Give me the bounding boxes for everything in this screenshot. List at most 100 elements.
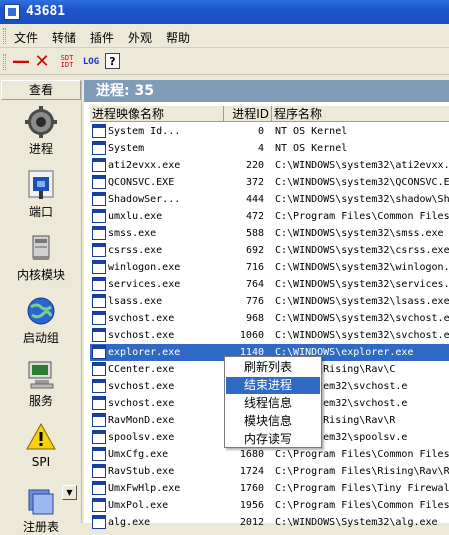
program-path-cell: C:\WINDOWS\system32\smss.exe xyxy=(275,228,444,239)
table-row[interactable]: UmxCfg.exe 1680 C:\Program Files\Common Fi… xyxy=(90,446,449,463)
process-id-cell: 1760 xyxy=(239,483,264,494)
log-button[interactable]: LOG xyxy=(81,52,101,72)
column-header-program-name[interactable]: 程序名称 xyxy=(272,106,449,122)
process-window-icon xyxy=(92,515,106,529)
table-row[interactable]: System Id... 0 NT OS Kernel xyxy=(90,123,449,140)
table-row[interactable]: services.exe 764 C:\WINDOWS\system32\servi… xyxy=(90,276,449,293)
process-name-cell: winlogon.exe xyxy=(108,262,181,273)
toolbar-grip[interactable] xyxy=(3,54,6,70)
process-name-cell: System Id... xyxy=(108,126,181,137)
menubar-grip[interactable] xyxy=(3,28,6,44)
table-row[interactable]: ati2evxx.exe 220 C:\WINDOWS\system32\ati2e… xyxy=(90,157,449,174)
table-row[interactable]: ShadowSer... 444 C:\WINDOWS\system32\shado… xyxy=(90,191,449,208)
table-row[interactable]: smss.exe 588 C:\WINDOWS\system32\smss.exe xyxy=(90,225,449,242)
registry-icon xyxy=(28,489,54,515)
program-path-cell: C:\Program Files\Common Files xyxy=(275,211,449,222)
column-header-pid[interactable]: 进程ID xyxy=(224,106,272,122)
process-id-cell: 0 xyxy=(257,126,264,137)
sidebar-label-kernel-modules: 内核模块 xyxy=(16,268,65,282)
sidebar-label-process: 进程 xyxy=(28,142,53,156)
program-path-cell: C:\WINDOWS\system32\ati2evxx. xyxy=(275,160,449,171)
help-icon[interactable]: ? xyxy=(105,53,120,69)
program-path-cell: C:\WINDOWS\system32\shadow\Sh xyxy=(275,194,449,205)
context-item-thread-info[interactable]: 线程信息 xyxy=(226,395,320,412)
program-path-cell: C:\WINDOWS\system32\winlogon. xyxy=(275,262,449,273)
process-window-icon xyxy=(92,430,106,444)
context-item-memory-rw[interactable]: 内存读写 xyxy=(226,431,320,448)
context-item-refresh-list[interactable]: 刷新列表 xyxy=(226,359,320,376)
sidebar-label-spi: SPI xyxy=(31,455,51,469)
process-name-cell: smss.exe xyxy=(108,228,157,239)
process-window-icon xyxy=(92,243,106,257)
sidebar-item-process[interactable]: 进程 xyxy=(0,106,82,157)
program-path-cell: NT OS Kernel xyxy=(275,126,348,137)
sidebar-item-services[interactable]: 服务 xyxy=(0,358,82,409)
context-item-end-process[interactable]: 结束进程 xyxy=(226,377,320,394)
process-window-icon xyxy=(92,481,106,495)
process-window-icon xyxy=(92,328,106,342)
process-window-icon xyxy=(92,311,106,325)
table-row[interactable]: RavStub.exe 1724 C:\Program Files\Rising\R… xyxy=(90,463,449,480)
program-path-cell: C:\WINDOWS\system32\svchost.e xyxy=(275,313,449,324)
context-item-module-info[interactable]: 模块信息 xyxy=(226,413,320,430)
process-window-icon xyxy=(92,209,106,223)
menu-help[interactable]: 帮助 xyxy=(166,29,190,46)
menu-plugins[interactable]: 插件 xyxy=(90,29,114,46)
table-row[interactable]: svchost.exe 968 C:\WINDOWS\system32\svchos… xyxy=(90,310,449,327)
program-path-cell: C:\WINDOWS\system32\svchost.e xyxy=(275,330,449,341)
process-window-icon xyxy=(92,158,106,172)
process-id-cell: 692 xyxy=(245,245,264,256)
sidebar-item-spi[interactable]: SPI xyxy=(0,421,82,469)
program-path-cell: C:\WINDOWS\system32\QCONSVC.E xyxy=(275,177,449,188)
sidebar-item-kernel-modules[interactable]: 内核模块 xyxy=(0,232,82,283)
sidebar: 查看 进程 端口 内核模块 启动组 服务 SPI 注册表 ▼ xyxy=(0,80,82,534)
title-bar: 43681 xyxy=(0,0,449,24)
process-id-cell: 220 xyxy=(245,160,264,171)
globe-icon xyxy=(27,297,55,325)
table-row[interactable]: UmxPol.exe 1956 C:\Program Files\Common Fi… xyxy=(90,497,449,514)
sidebar-scroll-down-button[interactable]: ▼ xyxy=(62,485,77,500)
process-window-icon xyxy=(92,141,106,155)
process-name-cell: svchost.exe xyxy=(108,313,175,324)
process-id-cell: 4 xyxy=(257,143,264,154)
menu-dump[interactable]: 转储 xyxy=(52,29,76,46)
process-id-cell: 588 xyxy=(245,228,264,239)
process-window-icon xyxy=(92,277,106,291)
process-name-cell: svchost.exe xyxy=(108,381,175,392)
process-window-icon xyxy=(92,124,106,138)
menu-bar: 文件 转储 插件 外观 帮助 xyxy=(0,24,449,48)
table-row[interactable]: QCONSVC.EXE 372 C:\WINDOWS\system32\QCONSV… xyxy=(90,174,449,191)
process-window-icon xyxy=(92,294,106,308)
sdt-idt-button[interactable]: SDT IDT xyxy=(56,52,78,72)
window-title: 43681 xyxy=(26,4,66,19)
table-row[interactable]: lsass.exe 776 C:\WINDOWS\system32\lsass.ex… xyxy=(90,293,449,310)
column-header-image-name[interactable]: 进程映像名称 xyxy=(90,106,224,122)
process-id-cell: 1680 xyxy=(239,449,264,460)
menu-appearance[interactable]: 外观 xyxy=(128,29,152,46)
table-row[interactable]: System 4 NT OS Kernel xyxy=(90,140,449,157)
process-name-cell: RavMonD.exe xyxy=(108,415,175,426)
drive-icon xyxy=(32,235,50,260)
sidebar-label-services: 服务 xyxy=(28,394,53,408)
close-icon[interactable]: ✕ xyxy=(33,52,51,72)
table-row[interactable]: umxlu.exe 472 C:\Program Files\Common File… xyxy=(90,208,449,225)
table-row[interactable]: winlogon.exe 716 C:\WINDOWS\system32\winlo… xyxy=(90,259,449,276)
program-path-cell: C:\Program Files\Rising\Rav\R xyxy=(275,466,449,477)
process-id-cell: 1060 xyxy=(239,330,264,341)
process-name-cell: csrss.exe xyxy=(108,245,163,256)
process-name-cell: lsass.exe xyxy=(108,296,163,307)
table-row[interactable]: csrss.exe 692 C:\WINDOWS\system32\csrss.ex… xyxy=(90,242,449,259)
process-id-cell: 1956 xyxy=(239,500,264,511)
sidebar-item-port[interactable]: 端口 xyxy=(0,169,82,220)
menu-file[interactable]: 文件 xyxy=(14,29,38,46)
table-row[interactable]: svchost.exe 1060 C:\WINDOWS\system32\svcho… xyxy=(90,327,449,344)
sidebar-header[interactable]: 查看 xyxy=(1,80,81,100)
process-id-cell: 1724 xyxy=(239,466,264,477)
process-window-icon xyxy=(92,345,106,359)
process-name-cell: RavStub.exe xyxy=(108,466,175,477)
minus-icon[interactable]: — xyxy=(12,52,30,72)
table-row[interactable]: UmxFwHlp.exe 1760 C:\Program Files\Tiny Fi… xyxy=(90,480,449,497)
sidebar-item-startup[interactable]: 启动组 xyxy=(0,295,82,346)
network-port-icon xyxy=(28,170,54,199)
process-name-cell: CCenter.exe xyxy=(108,364,175,375)
